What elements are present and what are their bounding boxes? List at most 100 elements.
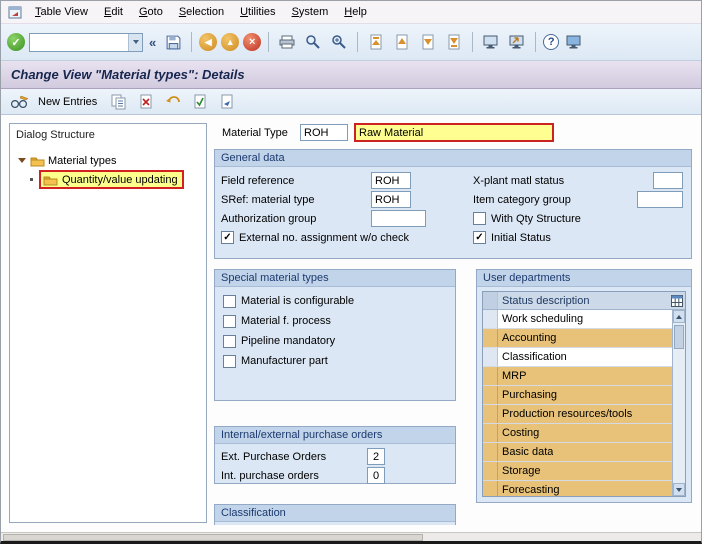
row-selector[interactable] bbox=[483, 481, 498, 496]
tree-selection-highlight[interactable]: Quantity/value updating bbox=[39, 170, 184, 189]
find-icon[interactable] bbox=[302, 31, 324, 53]
command-input[interactable] bbox=[30, 33, 128, 51]
select-all-icon[interactable] bbox=[189, 91, 211, 113]
row-selector[interactable] bbox=[483, 405, 498, 423]
new-session-icon[interactable] bbox=[480, 31, 502, 53]
user-department-label[interactable]: MRP bbox=[498, 370, 526, 382]
checkbox[interactable] bbox=[223, 354, 236, 368]
user-department-label[interactable]: Purchasing bbox=[498, 389, 557, 401]
print-icon[interactable] bbox=[276, 31, 298, 53]
row-selector[interactable] bbox=[483, 348, 498, 366]
user-department-row[interactable]: Costing bbox=[483, 424, 672, 443]
checkbox[interactable] bbox=[223, 314, 236, 328]
field-reference-field[interactable]: ROH bbox=[371, 172, 411, 189]
user-department-row[interactable]: Purchasing bbox=[483, 386, 672, 405]
display-change-icon[interactable] bbox=[9, 91, 31, 113]
ext-purchase-orders-field[interactable]: 2 bbox=[367, 448, 385, 465]
undo-icon[interactable] bbox=[162, 91, 184, 113]
user-department-label[interactable]: Costing bbox=[498, 427, 539, 439]
sref-material-type-field[interactable]: ROH bbox=[371, 191, 411, 208]
scroll-thumb[interactable] bbox=[3, 534, 423, 541]
user-department-row[interactable]: Storage bbox=[483, 462, 672, 481]
create-shortcut-icon[interactable] bbox=[506, 31, 528, 53]
user-department-label[interactable]: Storage bbox=[498, 465, 541, 477]
cancel-icon[interactable]: × bbox=[243, 33, 262, 51]
menu-item[interactable]: Edit bbox=[96, 3, 131, 21]
user-department-label[interactable]: Basic data bbox=[498, 446, 553, 458]
material-type-code-field[interactable]: ROH bbox=[300, 124, 348, 141]
enter-icon[interactable]: ✓ bbox=[7, 33, 25, 51]
detail-panel: Material Type ROH Raw Material General d… bbox=[214, 123, 696, 525]
user-department-label[interactable]: Classification bbox=[498, 351, 567, 363]
row-selector[interactable] bbox=[483, 367, 498, 385]
previous-page-icon[interactable] bbox=[391, 31, 413, 53]
user-department-row[interactable]: Forecasting bbox=[483, 481, 672, 496]
customize-layout-icon[interactable] bbox=[563, 31, 585, 53]
scroll-down-button[interactable] bbox=[673, 483, 685, 496]
menu-item[interactable]: Selection bbox=[171, 3, 232, 21]
help-icon[interactable]: ? bbox=[543, 34, 560, 50]
command-dropdown-icon[interactable] bbox=[128, 33, 142, 51]
delete-icon[interactable] bbox=[135, 91, 157, 113]
user-department-row[interactable]: MRP bbox=[483, 367, 672, 386]
save-icon[interactable] bbox=[162, 31, 184, 53]
row-selector[interactable] bbox=[483, 462, 498, 480]
xplant-status-field[interactable] bbox=[653, 172, 683, 189]
initial-status-checkbox[interactable]: ✓ bbox=[473, 231, 486, 244]
user-department-label[interactable]: Accounting bbox=[498, 332, 556, 344]
material-type-description-field[interactable]: Raw Material bbox=[354, 123, 554, 142]
tree-item-material-types[interactable]: Material types bbox=[16, 151, 200, 170]
system-menu-icon[interactable] bbox=[5, 3, 25, 21]
user-department-row[interactable]: Production resources/tools bbox=[483, 405, 672, 424]
checkbox[interactable] bbox=[223, 334, 236, 348]
exit-icon[interactable]: ▲ bbox=[221, 33, 240, 51]
row-selector[interactable] bbox=[483, 386, 498, 404]
row-selector[interactable] bbox=[483, 443, 498, 461]
copy-as-icon[interactable] bbox=[108, 91, 130, 113]
item-category-group-label: Item category group bbox=[473, 193, 571, 206]
row-selector[interactable] bbox=[483, 329, 498, 347]
find-next-icon[interactable] bbox=[328, 31, 350, 53]
back-icon[interactable]: ◀ bbox=[199, 33, 218, 51]
user-department-label[interactable]: Work scheduling bbox=[498, 313, 583, 325]
authorization-group-field[interactable] bbox=[371, 210, 426, 227]
collapse-icon[interactable]: « bbox=[147, 35, 158, 50]
scroll-up-button[interactable] bbox=[673, 310, 685, 323]
tree-item-label[interactable]: Material types bbox=[48, 155, 116, 167]
select-all-column[interactable] bbox=[483, 292, 498, 309]
expander-icon[interactable] bbox=[18, 158, 26, 163]
checkbox[interactable] bbox=[223, 294, 236, 308]
user-department-row[interactable]: Work scheduling bbox=[483, 310, 672, 329]
tree-item-quantity-value-updating[interactable]: Quantity/value updating bbox=[16, 170, 200, 189]
initial-status-label: Initial Status bbox=[491, 231, 551, 244]
menu-item[interactable]: Table View bbox=[27, 3, 96, 21]
sref-material-type-label: SRef: material type bbox=[221, 193, 315, 206]
row-selector[interactable] bbox=[483, 310, 498, 328]
deselect-all-icon[interactable] bbox=[216, 91, 238, 113]
tree-item-label[interactable]: Quantity/value updating bbox=[62, 174, 178, 186]
user-department-label[interactable]: Forecasting bbox=[498, 484, 559, 496]
user-department-row[interactable]: Accounting bbox=[483, 329, 672, 348]
scroll-thumb[interactable] bbox=[674, 325, 684, 349]
first-page-icon[interactable] bbox=[365, 31, 387, 53]
last-page-icon[interactable] bbox=[443, 31, 465, 53]
user-department-label[interactable]: Production resources/tools bbox=[498, 408, 632, 420]
menu-item[interactable]: Help bbox=[336, 3, 375, 21]
qty-structure-checkbox[interactable] bbox=[473, 212, 486, 225]
new-entries-button[interactable]: New Entries bbox=[36, 94, 103, 110]
next-page-icon[interactable] bbox=[417, 31, 439, 53]
item-category-group-field[interactable] bbox=[637, 191, 683, 208]
row-selector[interactable] bbox=[483, 424, 498, 442]
menu-item[interactable]: System bbox=[284, 3, 337, 21]
user-departments-table: Status description Work scheduling Accou… bbox=[482, 291, 686, 497]
table-scrollbar[interactable] bbox=[672, 310, 685, 496]
bullet-icon bbox=[30, 178, 33, 181]
user-department-row[interactable]: Classification bbox=[483, 348, 672, 367]
horizontal-scrollbar[interactable] bbox=[1, 532, 701, 541]
table-settings-icon[interactable] bbox=[668, 294, 685, 307]
int-purchase-orders-field[interactable]: 0 bbox=[367, 467, 385, 484]
menu-item[interactable]: Utilities bbox=[232, 3, 283, 21]
external-assignment-checkbox[interactable]: ✓ bbox=[221, 231, 234, 244]
user-department-row[interactable]: Basic data bbox=[483, 443, 672, 462]
menu-item[interactable]: Goto bbox=[131, 3, 171, 21]
